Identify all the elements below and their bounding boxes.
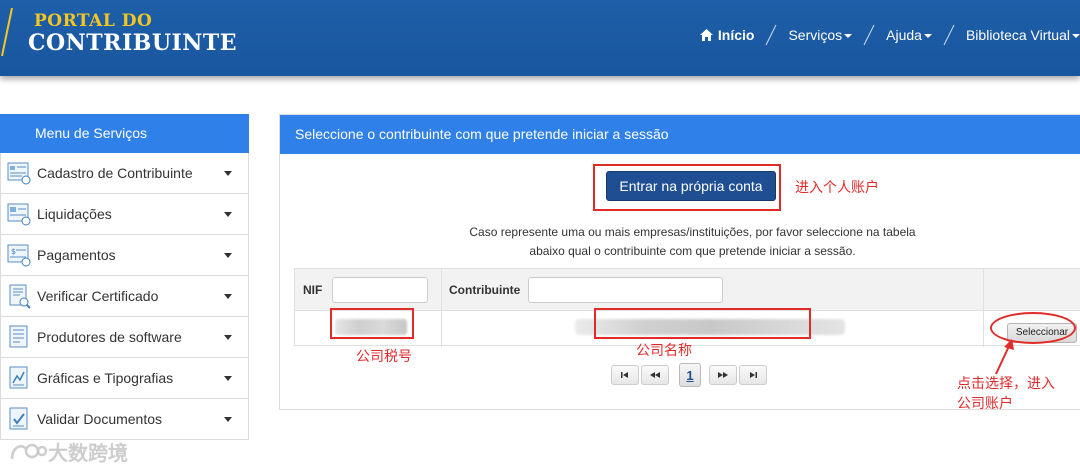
caret-down-icon <box>224 294 232 299</box>
instructions-text: Caso represente uma ou mais empresas/ins… <box>400 223 985 261</box>
watermark-text: 大数跨境 <box>48 443 128 465</box>
svg-text:$: $ <box>11 247 16 256</box>
watermark: 大数跨境 <box>8 437 128 466</box>
nav-servicos-label: Serviços <box>788 27 843 43</box>
annotation-arrow-icon <box>995 339 1014 375</box>
caret-down-icon <box>1072 34 1080 38</box>
page-number-current[interactable]: 1 <box>679 363 701 387</box>
sidebar-item-label: Liquidações <box>37 206 112 222</box>
last-page-button[interactable] <box>739 365 767 385</box>
pagination: 1 <box>611 363 769 387</box>
certificate-check-icon <box>9 284 31 309</box>
nav-ajuda-label: Ajuda <box>886 27 922 43</box>
nav-separator <box>766 24 777 46</box>
sidebar-item-pagamentos[interactable]: $ Pagamentos <box>0 235 249 276</box>
annotation-own-account-note: 进入个人账户 <box>795 179 879 195</box>
sidebar-item-graficas-tipografias[interactable]: Gráficas e Tipografias <box>0 358 249 399</box>
nav-inicio-label: Início <box>717 27 755 43</box>
caret-down-icon <box>844 34 853 38</box>
column-header-contribuinte: Contribuinte <box>449 283 521 297</box>
caret-down-icon <box>224 171 232 176</box>
sidebar-item-produtores-software[interactable]: Produtores de software <box>0 317 249 358</box>
annotation-nif-note: 公司税号 <box>356 348 412 364</box>
caret-down-icon <box>923 34 932 38</box>
main-nav: Início Serviços Ajuda Biblioteca Virtual <box>699 24 1080 46</box>
last-page-icon <box>750 372 757 378</box>
contribuinte-filter-input[interactable] <box>528 277 723 303</box>
logo-text-bottom[interactable]: CONTRIBUINTE <box>28 30 237 56</box>
nav-biblioteca-virtual[interactable]: Biblioteca Virtual <box>966 27 1080 43</box>
home-icon <box>699 29 713 41</box>
nav-ajuda[interactable]: Ajuda <box>886 27 932 43</box>
nav-biblioteca-label: Biblioteca Virtual <box>965 27 1070 43</box>
sidebar-item-label: Gráficas e Tipografias <box>37 370 174 386</box>
nav-separator <box>863 24 875 46</box>
panel-title: Seleccione o contribuinte com que preten… <box>280 115 1080 154</box>
nav-servicos[interactable]: Serviços <box>788 27 853 43</box>
nav-inicio[interactable]: Início <box>699 27 755 43</box>
nif-filter-input[interactable] <box>332 277 428 303</box>
sidebar-item-label: Verificar Certificado <box>37 288 159 304</box>
instructions-line-1: Caso represente uma ou mais empresas/ins… <box>469 225 916 239</box>
sidebar-item-label: Pagamentos <box>37 247 116 263</box>
annotation-box-own-account <box>593 164 781 211</box>
logo-slash-icon <box>1 8 13 56</box>
printing-document-icon <box>9 366 28 389</box>
payment-form-icon: $ <box>7 244 31 267</box>
calculator-form-icon <box>7 203 31 226</box>
sidebar-item-label: Cadastro de Contribuinte <box>37 165 193 181</box>
annotation-select-note-line-1: 点击选择，进入 <box>957 375 1055 391</box>
sidebar-title: Menu de Serviços <box>0 114 249 153</box>
annotation-select-note-line-2: 公司账户 <box>957 395 1013 411</box>
column-divider <box>441 269 442 347</box>
sidebar-item-validar-documentos[interactable]: Validar Documentos <box>0 399 249 440</box>
caret-down-icon <box>224 335 232 340</box>
first-page-button[interactable] <box>611 365 639 385</box>
prev-page-button[interactable] <box>641 365 669 385</box>
next-page-button[interactable] <box>709 365 737 385</box>
caret-down-icon <box>224 376 232 381</box>
annotation-name-note: 公司名称 <box>636 342 692 358</box>
next-page-icon <box>718 372 728 378</box>
nav-separator <box>943 24 955 46</box>
table-header: NIF Contribuinte <box>295 269 1080 311</box>
sidebar-item-verificar-certificado[interactable]: Verificar Certificado <box>0 276 249 317</box>
first-page-icon <box>621 372 628 378</box>
registry-form-icon <box>7 162 31 185</box>
annotation-box-company-name <box>594 308 811 339</box>
column-divider <box>983 269 984 347</box>
sidebar-item-label: Produtores de software <box>37 329 182 345</box>
annotation-box-nif <box>330 308 414 339</box>
caret-down-icon <box>224 417 232 422</box>
sidebar-item-liquidacoes[interactable]: Liquidações <box>0 194 249 235</box>
sidebar-item-label: Validar Documentos <box>37 411 163 427</box>
top-header: PORTAL DO CONTRIBUINTE Início Serviços A… <box>0 0 1080 76</box>
sidebar-item-cadastro[interactable]: Cadastro de Contribuinte <box>0 153 249 194</box>
document-check-icon <box>9 407 28 430</box>
caret-down-icon <box>224 253 232 258</box>
column-header-nif: NIF <box>303 283 323 297</box>
annotation-select-note: 点击选择，进入 公司账户 <box>957 373 1055 413</box>
prev-page-icon <box>650 372 660 378</box>
watermark-logo-icon <box>10 443 48 459</box>
instructions-line-2: abaixo qual o contribuinte com que prete… <box>529 244 856 258</box>
services-sidebar: Menu de Serviços Cadastro de Contribuint… <box>0 114 249 440</box>
software-document-icon <box>9 325 28 348</box>
logo-text-top[interactable]: PORTAL DO <box>34 11 152 31</box>
caret-down-icon <box>224 212 232 217</box>
